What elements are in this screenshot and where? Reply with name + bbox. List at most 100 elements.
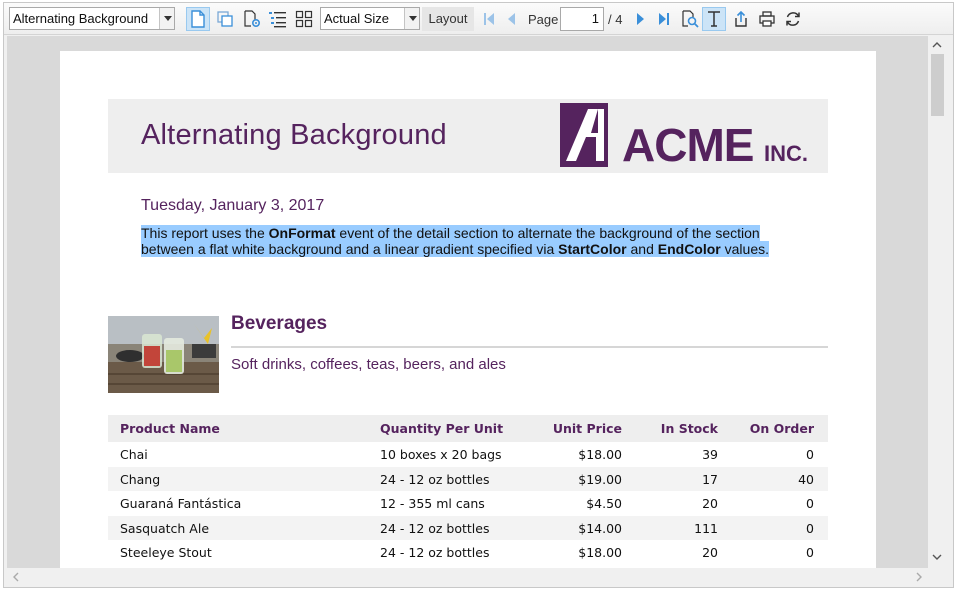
- quantity-cell: 24 - 12 oz bottles: [380, 520, 490, 536]
- page-icon: [191, 10, 205, 28]
- scroll-left-button[interactable]: [9, 570, 23, 584]
- product-name-cell: Chai: [120, 447, 148, 462]
- table-row: Guaraná Fantástica 12 - 355 ml cans $4.5…: [108, 491, 828, 516]
- layout-button[interactable]: Layout: [422, 7, 474, 31]
- product-name-cell: Chang: [120, 471, 161, 487]
- category-name: Beverages: [231, 313, 328, 334]
- on-order-cell: 0: [806, 496, 814, 512]
- page-setup-button[interactable]: [240, 7, 264, 31]
- column-header: On Order: [749, 421, 814, 436]
- previous-page-icon: [508, 13, 515, 25]
- table-row: Chang 24 - 12 oz bottles $19.00 17 40: [108, 466, 828, 492]
- vertical-scrollbar[interactable]: [928, 36, 946, 568]
- category-image: [108, 316, 219, 393]
- report-title: Alternating Background: [141, 119, 447, 151]
- svg-text:ACME: ACME: [622, 119, 753, 169]
- in-stock-cell: 39: [702, 447, 718, 462]
- scroll-up-button[interactable]: [930, 38, 944, 52]
- page-number-input[interactable]: 1: [560, 7, 604, 31]
- outline-button[interactable]: [266, 7, 290, 31]
- refresh-button[interactable]: [781, 7, 805, 31]
- on-order-cell: 0: [806, 545, 814, 561]
- next-page-button[interactable]: [628, 7, 652, 31]
- text-cursor-icon: [708, 11, 720, 27]
- vertical-scroll-thumb[interactable]: [931, 54, 944, 116]
- quantity-cell: 24 - 12 oz bottles: [380, 471, 490, 487]
- horizontal-scrollbar[interactable]: [7, 568, 928, 585]
- page-total: / 4: [608, 12, 623, 27]
- product-name-cell: Sasquatch Ale: [120, 520, 210, 536]
- quantity-cell: 12 - 355 ml cans: [380, 496, 485, 512]
- single-page-view-button[interactable]: [186, 7, 210, 31]
- scroll-down-button[interactable]: [930, 550, 944, 564]
- report-select-value: Alternating Background: [13, 11, 149, 26]
- products-table: Product Name Quantity Per Unit Unit Pric…: [108, 415, 828, 565]
- column-header: In Stock: [660, 421, 718, 436]
- unit-price-cell: $18.00: [578, 545, 622, 561]
- report-description: This report uses the OnFormat event of t…: [141, 225, 769, 257]
- svg-text:INC.: INC.: [764, 141, 808, 166]
- in-stock-cell: 20: [702, 496, 718, 512]
- export-icon: [735, 10, 747, 27]
- page-settings-icon: [244, 10, 261, 28]
- export-button[interactable]: [729, 7, 753, 31]
- chevron-down-icon[interactable]: [404, 8, 419, 29]
- in-stock-cell: 20: [702, 545, 718, 561]
- table-row: Chai 10 boxes x 20 bags $18.00 39 0: [108, 442, 828, 467]
- product-name-cell: Steeleye Stout: [120, 545, 212, 561]
- in-stock-cell: 111: [694, 520, 718, 536]
- in-stock-cell: 17: [702, 471, 718, 487]
- chevron-right-icon: [916, 572, 922, 582]
- unit-price-cell: $4.50: [586, 496, 622, 512]
- report-select[interactable]: Alternating Background: [9, 7, 175, 30]
- unit-price-cell: $18.00: [578, 447, 622, 462]
- unit-price-cell: $19.00: [578, 471, 622, 487]
- first-page-icon: [484, 13, 494, 25]
- table-row: Steeleye Stout 24 - 12 oz bottles $18.00…: [108, 540, 828, 565]
- product-name-cell: Guaraná Fantástica: [120, 496, 242, 512]
- chevron-up-icon: [932, 42, 942, 48]
- last-page-icon: [659, 13, 669, 25]
- table-header-row: Product Name Quantity Per Unit Unit Pric…: [108, 415, 828, 442]
- column-header: Product Name: [120, 421, 220, 436]
- last-page-button[interactable]: [652, 7, 676, 31]
- print-button[interactable]: [755, 7, 779, 31]
- multi-page-view-button[interactable]: [213, 7, 237, 31]
- column-header: Unit Price: [552, 421, 622, 436]
- scroll-right-button[interactable]: [912, 570, 926, 584]
- report-page: Alternating Background ACME INC. Tuesday…: [60, 51, 876, 568]
- chevron-down-icon: [932, 554, 942, 560]
- thumbnails-icon: [295, 10, 313, 28]
- document-view[interactable]: Alternating Background ACME INC. Tuesday…: [7, 36, 928, 568]
- quantity-cell: 10 boxes x 20 bags: [380, 447, 502, 462]
- zoom-select[interactable]: Actual Size: [320, 7, 420, 30]
- report-viewer-window: Alternating Background Actual Size Layou…: [3, 2, 954, 588]
- pages-icon: [217, 11, 233, 27]
- quantity-cell: 24 - 12 oz bottles: [380, 545, 490, 561]
- zoom-select-value: Actual Size: [324, 11, 390, 26]
- find-button[interactable]: [678, 7, 702, 31]
- acme-logo: ACME INC.: [560, 103, 808, 169]
- page-label: Page: [528, 12, 559, 27]
- report-header: Alternating Background ACME INC.: [108, 99, 828, 173]
- table-row: Sasquatch Ale 24 - 12 oz bottles $14.00 …: [108, 515, 828, 541]
- previous-page-button[interactable]: [500, 7, 524, 31]
- first-page-button[interactable]: [477, 7, 501, 31]
- on-order-cell: 40: [798, 471, 814, 487]
- refresh-icon: [786, 12, 800, 26]
- viewer-toolbar: Alternating Background Actual Size Layou…: [4, 3, 953, 35]
- next-page-icon: [637, 13, 644, 25]
- unit-price-cell: $14.00: [578, 520, 622, 536]
- thumbnails-button[interactable]: [292, 7, 316, 31]
- category-divider: [231, 346, 828, 348]
- on-order-cell: 0: [806, 520, 814, 536]
- print-icon: [759, 11, 775, 27]
- on-order-cell: 0: [806, 447, 814, 462]
- text-select-button[interactable]: [702, 7, 726, 31]
- search-page-icon: [682, 10, 699, 28]
- report-date: Tuesday, January 3, 2017: [141, 197, 325, 214]
- column-header: Quantity Per Unit: [380, 421, 504, 436]
- chevron-left-icon: [13, 572, 19, 582]
- list-icon: [269, 12, 286, 28]
- chevron-down-icon[interactable]: [159, 8, 174, 29]
